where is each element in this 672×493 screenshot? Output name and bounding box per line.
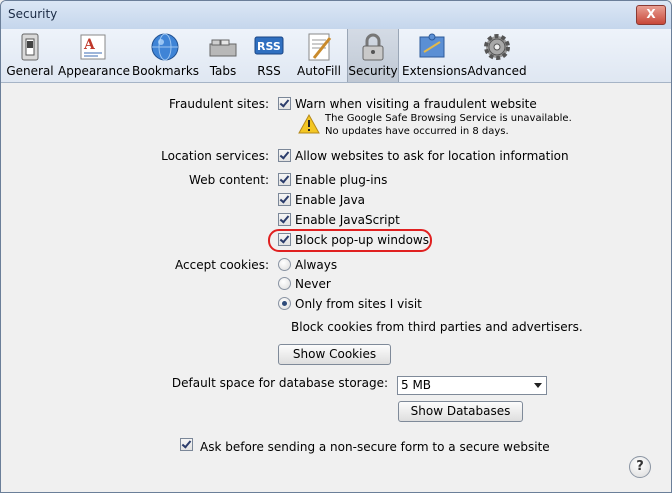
database-storage-value: 5 MB: [401, 378, 432, 392]
tab-tabs[interactable]: Tabs: [204, 29, 242, 82]
svg-text:A: A: [83, 37, 96, 53]
cookies-only-visited-radio[interactable]: [278, 297, 291, 310]
preferences-toolbar: General A Appearance Bookmarks Tabs RSS …: [1, 29, 671, 83]
pen-paper-icon: [308, 33, 332, 61]
tab-security[interactable]: Security: [347, 29, 399, 82]
gear-icon: [484, 34, 510, 60]
safe-browsing-warning: The Google Safe Browsing Service is unav…: [325, 113, 572, 124]
puzzle-icon: [419, 33, 445, 58]
window-title: Security: [8, 7, 58, 21]
cookies-never-radio[interactable]: [278, 277, 291, 290]
warn-fraudulent-text: Warn when visiting a fraudulent website: [295, 97, 537, 111]
java-checkbox[interactable]: [278, 193, 291, 206]
warn-fraudulent-checkbox[interactable]: [278, 97, 291, 110]
warning-icon: [298, 114, 320, 134]
chevron-down-icon: [534, 383, 542, 388]
database-storage-select[interactable]: 5 MB: [397, 376, 547, 395]
java-text: Enable Java: [295, 193, 366, 207]
tab-label: AutoFill: [297, 64, 341, 78]
javascript-checkbox[interactable]: [278, 213, 291, 226]
security-pane: Fraudulent sites: Warn when visiting a f…: [1, 83, 671, 492]
tab-label: Extensions: [402, 64, 468, 78]
tab-autofill[interactable]: AutoFill: [296, 29, 342, 82]
nonsecure-form-text: Ask before sending a non-secure form to …: [200, 440, 550, 454]
tab-label: Appearance: [58, 64, 131, 78]
tab-bookmarks[interactable]: Bookmarks: [132, 29, 200, 82]
tab-label: Security: [348, 64, 398, 78]
cookies-always-text: Always: [295, 258, 338, 272]
help-button[interactable]: ?: [629, 456, 651, 478]
switch-icon: [21, 33, 39, 61]
plugins-text: Enable plug-ins: [295, 173, 388, 187]
block-popups-checkbox[interactable]: [278, 233, 291, 246]
tab-label: RSS: [257, 64, 281, 78]
tab-appearance[interactable]: A Appearance: [58, 29, 131, 82]
close-button[interactable]: X: [636, 5, 666, 25]
tab-label: Tabs: [209, 64, 237, 78]
fraudulent-sites-label: Fraudulent sites:: [169, 97, 269, 111]
svg-text:RSS: RSS: [257, 40, 281, 53]
tab-label: Advanced: [467, 64, 527, 78]
block-popups-text: Block pop-up windows: [295, 233, 429, 247]
font-icon: A: [80, 34, 106, 60]
tab-advanced[interactable]: Advanced: [467, 29, 527, 82]
preferences-window: Security X General A Appearance Bookmark…: [0, 0, 672, 493]
tab-general[interactable]: General: [6, 29, 54, 82]
globe-icon: [151, 33, 179, 61]
show-cookies-button[interactable]: Show Cookies: [278, 344, 391, 365]
tab-extensions[interactable]: Extensions: [402, 29, 468, 82]
cookies-note: Block cookies from third parties and adv…: [291, 320, 583, 334]
location-checkbox[interactable]: [278, 149, 291, 162]
rss-icon: RSS: [254, 36, 284, 55]
tab-label: General: [6, 64, 54, 78]
tabs-icon: [209, 39, 237, 57]
cookies-never-text: Never: [295, 277, 331, 291]
javascript-text: Enable JavaScript: [295, 213, 400, 227]
plugins-checkbox[interactable]: [278, 173, 291, 186]
title-bar: Security X: [1, 1, 671, 29]
padlock-icon: [362, 33, 384, 61]
cookies-always-radio[interactable]: [278, 258, 291, 271]
cookies-only-visited-text: Only from sites I visit: [295, 297, 422, 311]
tab-rss[interactable]: RSS RSS: [248, 29, 290, 82]
tab-label: Bookmarks: [132, 64, 200, 78]
accept-cookies-label: Accept cookies:: [175, 258, 269, 272]
no-updates-warning: No updates have occurred in 8 days.: [325, 126, 509, 137]
location-text: Allow websites to ask for location infor…: [295, 149, 569, 163]
web-content-label: Web content:: [189, 173, 269, 187]
location-services-label: Location services:: [161, 149, 269, 163]
show-databases-button[interactable]: Show Databases: [398, 401, 523, 422]
nonsecure-form-checkbox[interactable]: [180, 438, 193, 451]
database-storage-label: Default space for database storage:: [171, 376, 388, 390]
